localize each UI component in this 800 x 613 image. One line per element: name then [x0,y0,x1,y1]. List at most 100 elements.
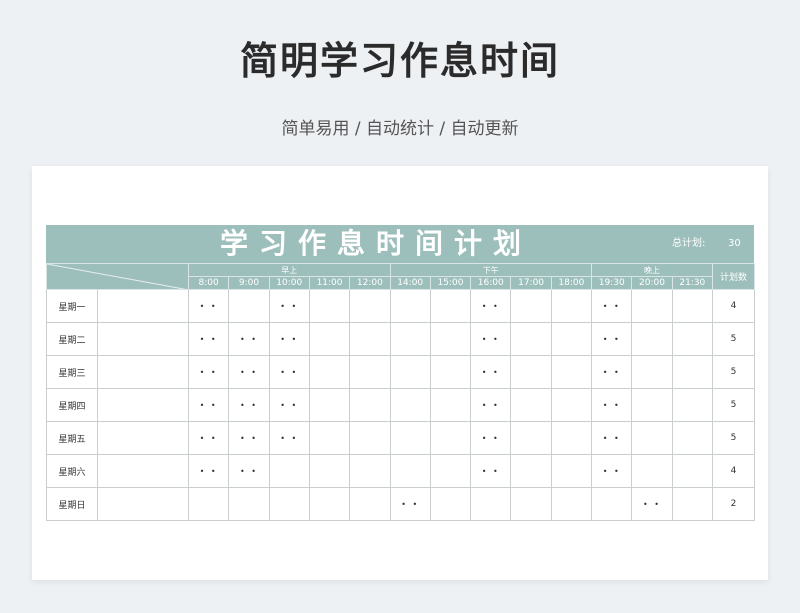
schedule-cell[interactable]: • • [228,355,270,389]
schedule-cell[interactable] [631,421,673,455]
schedule-cell[interactable] [671,487,713,521]
schedule-cell[interactable]: • • [389,487,431,521]
schedule-cell[interactable] [671,355,713,389]
schedule-cell[interactable]: • • [591,421,633,455]
schedule-cell[interactable] [429,421,472,455]
schedule-cell[interactable]: • • [591,388,633,422]
schedule-cell[interactable] [671,454,713,488]
note-cell[interactable] [97,388,189,422]
schedule-cell[interactable] [550,421,593,455]
schedule-cell[interactable] [349,355,391,389]
schedule-cell[interactable] [187,487,230,521]
schedule-cell[interactable] [349,454,391,488]
schedule-cell[interactable] [349,421,391,455]
schedule-cell[interactable] [510,421,552,455]
schedule-cell[interactable]: • • [187,355,230,389]
schedule-cell[interactable]: • • [470,421,512,455]
schedule-cell[interactable] [389,355,431,389]
schedule-cell[interactable] [591,487,633,521]
note-cell[interactable] [97,289,189,323]
schedule-cell[interactable] [631,355,673,389]
schedule-cell[interactable] [550,388,593,422]
schedule-cell[interactable] [631,388,673,422]
schedule-cell[interactable]: • • [470,388,512,422]
schedule-cell[interactable]: • • [470,454,512,488]
schedule-cell[interactable]: • • [470,289,512,323]
schedule-cell[interactable]: • • [591,289,633,323]
schedule-cell[interactable] [429,388,472,422]
schedule-cell[interactable] [308,289,351,323]
schedule-cell[interactable] [631,322,673,356]
schedule-cell[interactable] [228,487,270,521]
schedule-cell[interactable] [429,289,472,323]
note-cell[interactable] [97,454,189,488]
schedule-cell[interactable] [228,289,270,323]
note-cell[interactable] [97,355,189,389]
schedule-cell[interactable] [510,289,552,323]
schedule-cell[interactable] [268,487,310,521]
schedule-cell[interactable] [510,487,552,521]
schedule-cell[interactable] [510,454,552,488]
schedule-cell[interactable]: • • [187,421,230,455]
schedule-cell[interactable]: • • [228,454,270,488]
schedule-cell[interactable]: • • [268,355,310,389]
schedule-cell[interactable] [429,355,472,389]
schedule-cell[interactable]: • • [591,454,633,488]
total-plan-label: 总计划: [672,238,706,249]
schedule-cell[interactable]: • • [228,388,270,422]
schedule-cell[interactable]: • • [187,289,230,323]
schedule-cell[interactable]: • • [268,322,310,356]
schedule-cell[interactable] [671,289,713,323]
schedule-cell[interactable]: • • [228,421,270,455]
time-header: 15:00 [429,276,472,290]
schedule-cell[interactable]: • • [591,322,633,356]
schedule-cell[interactable] [550,355,593,389]
schedule-cell[interactable]: • • [187,322,230,356]
schedule-cell[interactable]: • • [470,322,512,356]
schedule-cell[interactable] [349,289,391,323]
schedule-cell[interactable] [510,388,552,422]
schedule-cell[interactable] [631,289,673,323]
schedule-cell[interactable] [510,322,552,356]
schedule-cell[interactable] [550,289,593,323]
schedule-cell[interactable] [308,454,351,488]
schedule-cell[interactable] [631,454,673,488]
schedule-cell[interactable]: • • [268,421,310,455]
schedule-cell[interactable] [349,388,391,422]
schedule-cell[interactable] [429,322,472,356]
schedule-cell[interactable] [510,355,552,389]
schedule-cell[interactable] [389,454,431,488]
schedule-cell[interactable] [389,388,431,422]
schedule-cell[interactable]: • • [268,388,310,422]
schedule-cell[interactable]: • • [268,289,310,323]
schedule-cell[interactable]: • • [591,355,633,389]
schedule-cell[interactable] [349,322,391,356]
schedule-cell[interactable] [550,454,593,488]
schedule-cell[interactable]: • • [187,388,230,422]
schedule-cell[interactable] [268,454,310,488]
schedule-cell[interactable] [429,454,472,488]
schedule-cell[interactable] [550,322,593,356]
schedule-cell[interactable] [308,355,351,389]
schedule-cell[interactable]: • • [187,454,230,488]
note-cell[interactable] [97,421,189,455]
schedule-cell[interactable] [308,421,351,455]
schedule-cell[interactable]: • • [228,322,270,356]
note-cell[interactable] [97,487,189,521]
schedule-cell[interactable] [389,421,431,455]
schedule-cell[interactable] [308,388,351,422]
schedule-cell[interactable] [389,322,431,356]
schedule-cell[interactable] [308,487,351,521]
schedule-cell[interactable] [550,487,593,521]
schedule-cell[interactable]: • • [470,355,512,389]
note-cell[interactable] [97,322,189,356]
schedule-cell[interactable] [470,487,512,521]
schedule-cell[interactable] [671,421,713,455]
schedule-cell[interactable] [429,487,472,521]
schedule-cell[interactable] [308,322,351,356]
schedule-cell[interactable] [349,487,391,521]
schedule-cell[interactable] [671,388,713,422]
schedule-cell[interactable]: • • [631,487,673,521]
schedule-cell[interactable] [389,289,431,323]
schedule-cell[interactable] [671,322,713,356]
